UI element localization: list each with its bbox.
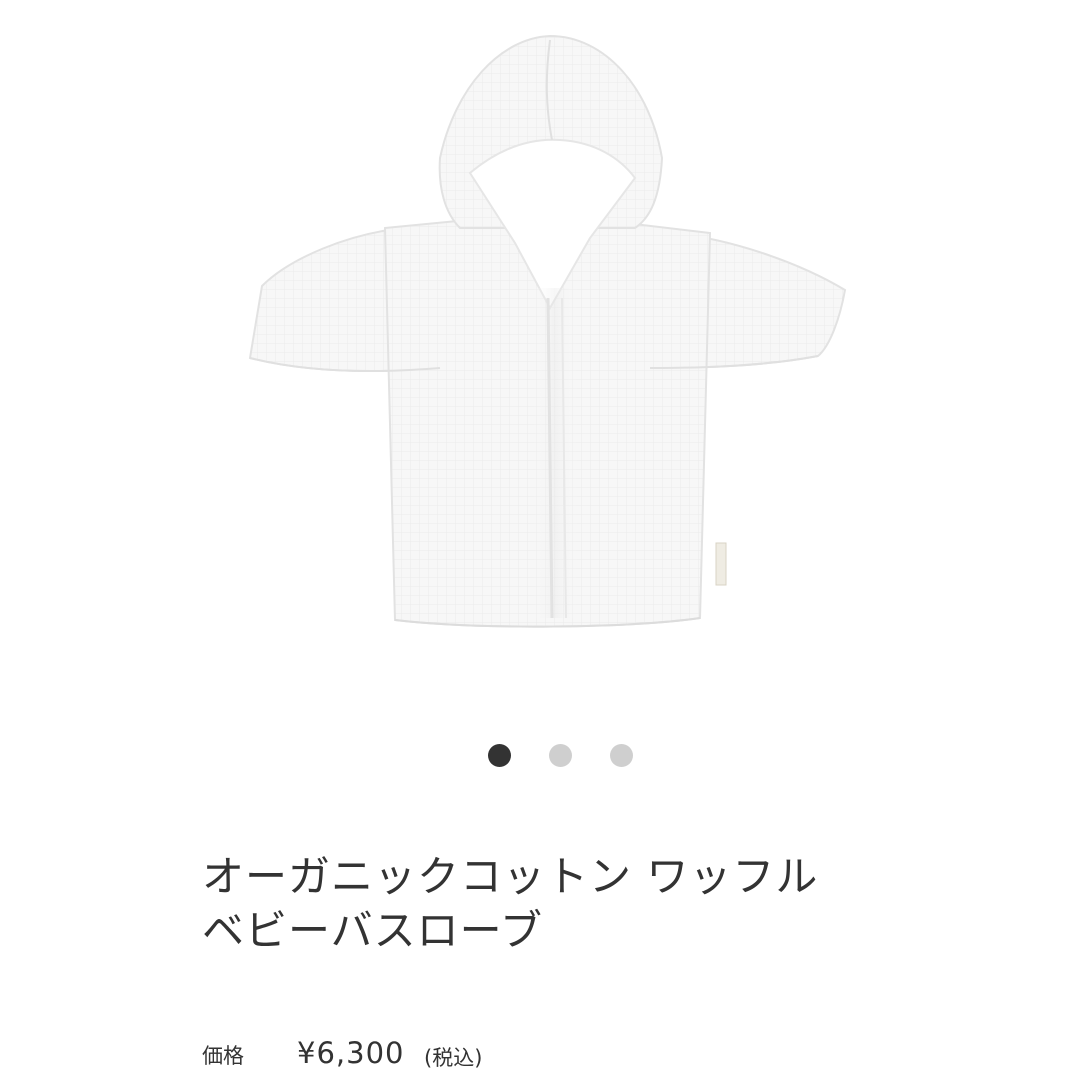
product-title: オーガニックコットン ワッフル ベビーバスローブ	[202, 850, 902, 958]
carousel-dot-1[interactable]	[488, 744, 511, 767]
price-label: 価格	[202, 1044, 244, 1068]
carousel-dots	[488, 744, 633, 767]
carousel-dot-2[interactable]	[549, 744, 572, 767]
product-title-line-1: オーガニックコットン ワッフル	[202, 852, 819, 901]
price-tax-note: (税込)	[424, 1046, 483, 1070]
product-title-line-2: ベビーバスローブ	[202, 906, 544, 955]
product-image[interactable]	[230, 28, 860, 658]
carousel-dot-3[interactable]	[610, 744, 633, 767]
price-value: ¥6,300	[297, 1036, 405, 1070]
price-row: 価格 ¥6,300 (税込)	[202, 1036, 962, 1080]
